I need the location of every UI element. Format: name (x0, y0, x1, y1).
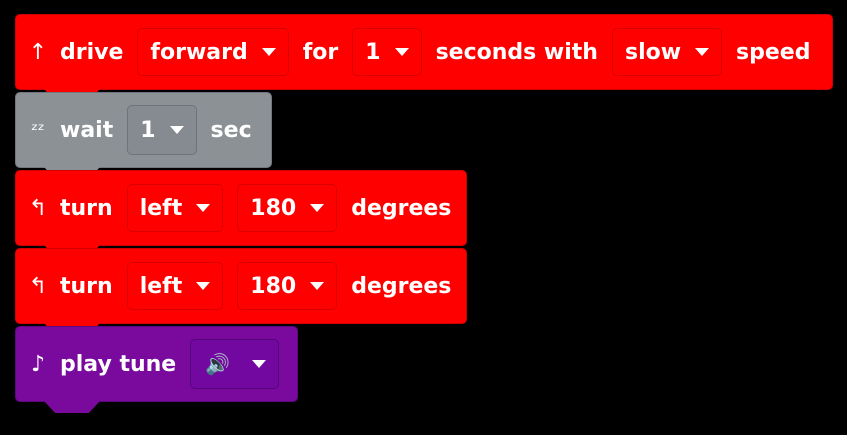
chevron-down-icon (261, 48, 276, 56)
turn-angle-value: 180 (250, 195, 297, 221)
seconds-with-label: seconds with (435, 39, 598, 65)
play-tune-label: play tune (60, 351, 177, 377)
direction-dropdown[interactable]: forward (137, 28, 289, 76)
speed-value: slow (624, 39, 682, 65)
play-tune-block[interactable]: ♪ play tune 🔊 (15, 326, 298, 402)
turn-left-icon: ↰ (28, 273, 48, 299)
degrees-label: degrees (351, 195, 452, 221)
wait-duration-value: 1 (140, 117, 156, 143)
turn-label: turn (60, 273, 113, 299)
chevron-down-icon (394, 48, 409, 56)
wait-block[interactable]: ᶻᶻ wait 1 sec (15, 92, 272, 168)
duration-value: 1 (365, 39, 381, 65)
chevron-down-icon (196, 204, 211, 212)
music-note-icon: ♪ (30, 351, 46, 377)
for-label: for (302, 39, 339, 65)
wait-label: wait (60, 117, 114, 143)
speed-dropdown[interactable]: slow (611, 28, 723, 76)
turn-label: turn (60, 195, 113, 221)
chevron-down-icon (310, 282, 325, 290)
turn-left-icon: ↰ (28, 195, 48, 221)
turn-block-2[interactable]: ↰ turn left 180 degrees (15, 248, 467, 324)
turn-direction-dropdown[interactable]: left (126, 262, 224, 310)
turn-direction-value: left (139, 195, 183, 221)
degrees-label: degrees (351, 273, 452, 299)
duration-dropdown[interactable]: 1 (352, 28, 422, 76)
sleep-icon: ᶻᶻ (31, 119, 45, 141)
turn-angle-dropdown[interactable]: 180 (237, 184, 338, 232)
turn-angle-value: 180 (250, 273, 297, 299)
turn-direction-dropdown[interactable]: left (126, 184, 224, 232)
speaker-icon: 🔊 (205, 352, 231, 376)
speed-label: speed (736, 39, 811, 65)
drive-label: drive (60, 39, 124, 65)
direction-value: forward (150, 39, 248, 65)
sec-label: sec (210, 117, 252, 143)
chevron-down-icon (695, 48, 710, 56)
turn-block-1[interactable]: ↰ turn left 180 degrees (15, 170, 467, 246)
chevron-down-icon (169, 126, 184, 134)
chevron-down-icon (310, 204, 325, 212)
tune-dropdown[interactable]: 🔊 (190, 339, 280, 389)
wait-duration-dropdown[interactable]: 1 (127, 105, 197, 155)
drive-block[interactable]: ↑ drive forward for 1 seconds with slow … (15, 14, 833, 90)
turn-direction-value: left (139, 273, 183, 299)
chevron-down-icon (196, 282, 211, 290)
turn-angle-dropdown[interactable]: 180 (237, 262, 338, 310)
arrow-up-icon: ↑ (28, 39, 48, 65)
chevron-down-icon (252, 360, 267, 368)
